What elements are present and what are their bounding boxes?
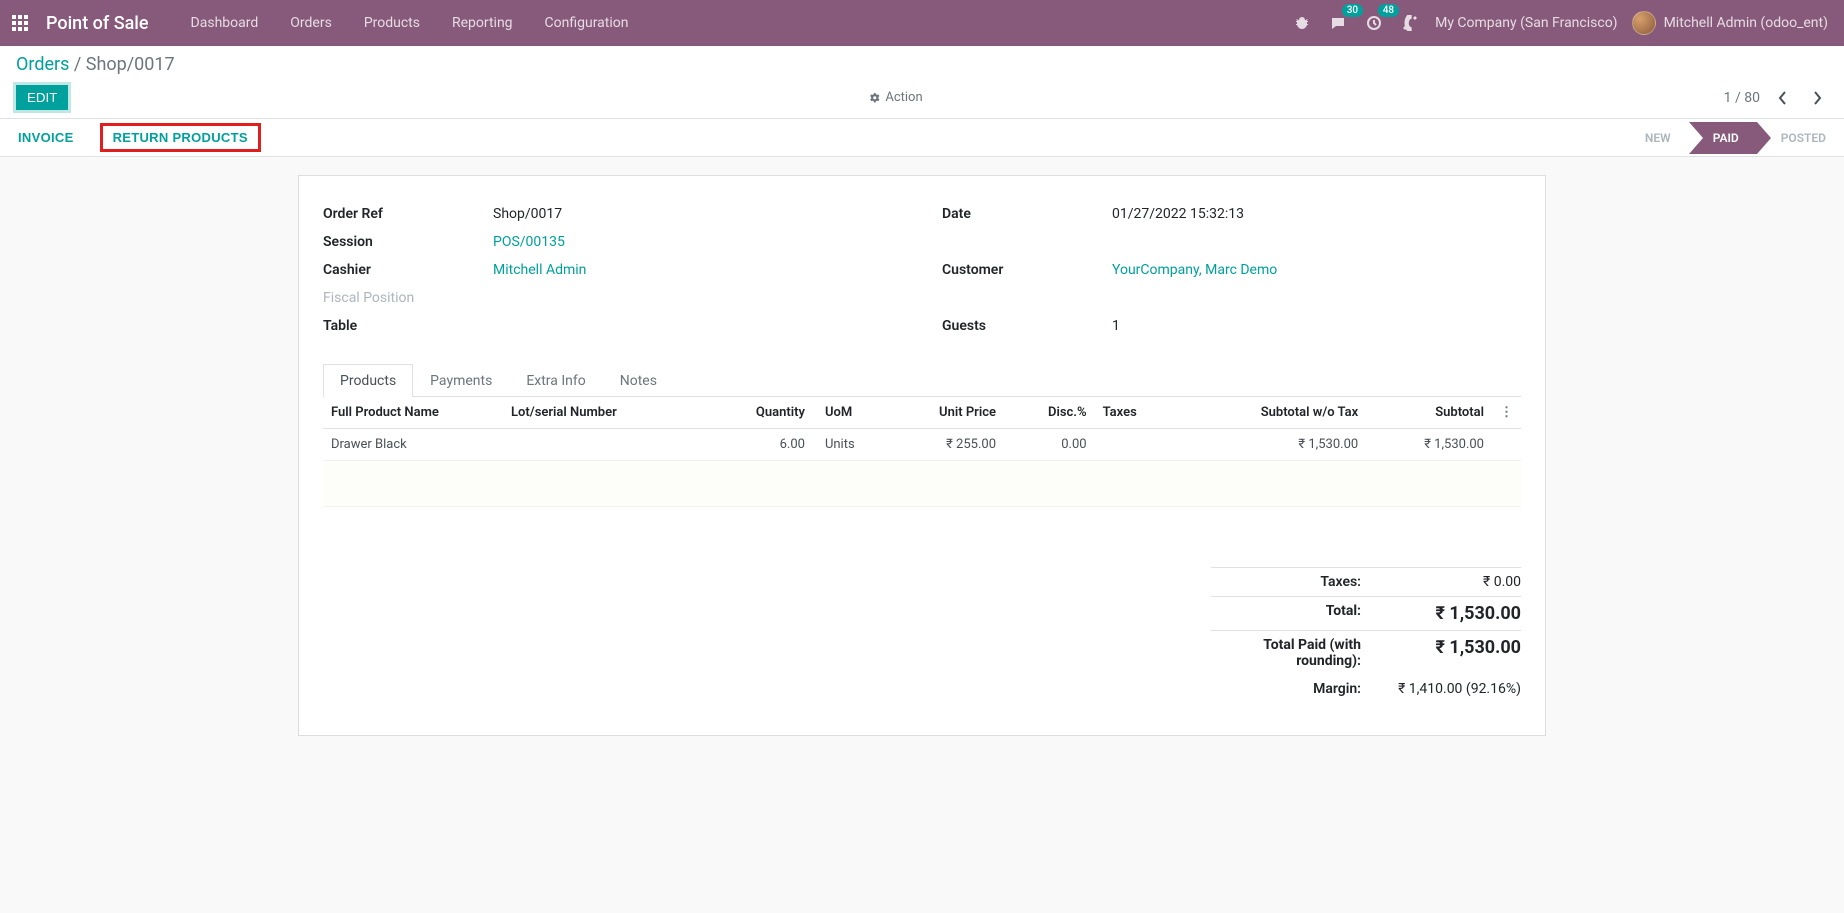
cell-price: ₹ 255.00 <box>883 429 1004 461</box>
cell-qty: 6.00 <box>705 429 813 461</box>
cell-disc: 0.00 <box>1004 429 1095 461</box>
fiscal-label: Fiscal Position <box>323 290 493 306</box>
cell-subtotal: ₹ 1,530.00 <box>1366 429 1492 461</box>
cell-uom: Units <box>813 429 883 461</box>
margin-value: ₹ 1,410.00 (92.16%) <box>1381 681 1521 697</box>
cell-taxes <box>1095 429 1178 461</box>
cell-name: Drawer Black <box>323 429 503 461</box>
totals-block: Taxes:₹ 0.00 Total:₹ 1,530.00 Total Paid… <box>1211 567 1521 703</box>
cashier-label: Cashier <box>323 262 493 278</box>
activities-icon[interactable]: 48 <box>1363 12 1385 34</box>
menu-reporting[interactable]: Reporting <box>438 7 527 39</box>
cell-lot <box>503 429 705 461</box>
breadcrumb-current: Shop/0017 <box>86 54 175 75</box>
customer-link[interactable]: YourCompany, Marc Demo <box>1112 262 1521 278</box>
menu-configuration[interactable]: Configuration <box>531 7 643 39</box>
tab-products[interactable]: Products <box>323 364 413 397</box>
control-panel: Orders / Shop/0017 EDIT Action 1 / 80 <box>0 46 1844 119</box>
edit-button[interactable]: EDIT <box>16 85 68 110</box>
breadcrumb: Orders / Shop/0017 <box>16 54 1828 75</box>
session-link[interactable]: POS/00135 <box>493 234 902 250</box>
form-sheet: Order RefShop/0017 SessionPOS/00135 Cash… <box>298 175 1546 736</box>
date-label: Date <box>942 206 1112 222</box>
th-name: Full Product Name <box>323 397 503 429</box>
apps-icon[interactable] <box>8 11 32 35</box>
cashier-link[interactable]: Mitchell Admin <box>493 262 902 278</box>
menu-orders[interactable]: Orders <box>276 7 346 39</box>
main-menu: Dashboard Orders Products Reporting Conf… <box>177 7 643 39</box>
th-subtotal: Subtotal <box>1366 397 1492 429</box>
pager: 1 / 80 <box>1724 87 1828 109</box>
order-ref-value: Shop/0017 <box>493 206 902 222</box>
company-switcher[interactable]: My Company (San Francisco) <box>1435 15 1617 31</box>
pager-text[interactable]: 1 / 80 <box>1724 90 1760 106</box>
tab-payments[interactable]: Payments <box>413 364 509 397</box>
th-options[interactable]: ⋮ <box>1492 397 1521 429</box>
avatar <box>1632 11 1656 35</box>
status-bar: INVOICE RETURN PRODUCTS NEW PAID POSTED <box>0 119 1844 157</box>
user-name: Mitchell Admin (odoo_ent) <box>1664 15 1828 31</box>
action-label: Action <box>885 90 922 105</box>
invoice-button[interactable]: INVOICE <box>16 128 76 147</box>
th-disc: Disc.% <box>1004 397 1095 429</box>
return-products-button[interactable]: RETURN PRODUCTS <box>100 123 261 152</box>
total-value: ₹ 1,530.00 <box>1381 603 1521 624</box>
total-label: Total: <box>1211 603 1381 624</box>
taxes-value: ₹ 0.00 <box>1381 574 1521 590</box>
state-new[interactable]: NEW <box>1621 122 1689 154</box>
activities-badge: 48 <box>1378 4 1399 17</box>
action-dropdown[interactable]: Action <box>869 90 922 105</box>
cell-subtotal-wo: ₹ 1,530.00 <box>1178 429 1366 461</box>
th-subtotal-wo: Subtotal w/o Tax <box>1178 397 1366 429</box>
paid-value: ₹ 1,530.00 <box>1381 637 1521 669</box>
customer-label: Customer <box>942 262 1112 278</box>
margin-label: Margin: <box>1211 681 1381 697</box>
date-value: 01/27/2022 15:32:13 <box>1112 206 1521 222</box>
notebook-tabs: Products Payments Extra Info Notes <box>323 364 1521 397</box>
guests-label: Guests <box>942 318 1112 334</box>
th-uom: UoM <box>813 397 883 429</box>
status-states: NEW PAID POSTED <box>1621 119 1844 156</box>
th-taxes: Taxes <box>1095 397 1178 429</box>
guests-value: 1 <box>1112 318 1521 334</box>
pager-next[interactable] <box>1806 87 1828 109</box>
order-ref-label: Order Ref <box>323 206 493 222</box>
table-value <box>493 318 902 334</box>
paid-label: Total Paid (with rounding): <box>1211 637 1381 669</box>
empty-row-area <box>323 461 1521 507</box>
user-menu[interactable]: Mitchell Admin (odoo_ent) <box>1632 11 1828 35</box>
th-lot: Lot/serial Number <box>503 397 705 429</box>
support-icon[interactable] <box>1399 12 1421 34</box>
brand-title[interactable]: Point of Sale <box>46 13 149 34</box>
table-label: Table <box>323 318 493 334</box>
top-nav: Point of Sale Dashboard Orders Products … <box>0 0 1844 46</box>
left-column: Order RefShop/0017 SessionPOS/00135 Cash… <box>323 200 902 340</box>
fiscal-value <box>493 290 902 306</box>
th-qty: Quantity <box>705 397 813 429</box>
gear-icon <box>869 92 881 104</box>
breadcrumb-orders[interactable]: Orders <box>16 54 69 75</box>
debug-icon[interactable] <box>1291 12 1313 34</box>
session-label: Session <box>323 234 493 250</box>
tab-notes[interactable]: Notes <box>603 364 674 397</box>
pager-prev[interactable] <box>1772 87 1794 109</box>
taxes-label: Taxes: <box>1211 574 1381 590</box>
tab-extra[interactable]: Extra Info <box>509 364 602 397</box>
order-lines-table: Full Product Name Lot/serial Number Quan… <box>323 397 1521 507</box>
right-column: Date01/27/2022 15:32:13 CustomerYourComp… <box>942 200 1521 340</box>
messages-badge: 30 <box>1342 4 1363 17</box>
table-row[interactable]: Drawer Black 6.00 Units ₹ 255.00 0.00 ₹ … <box>323 429 1521 461</box>
th-price: Unit Price <box>883 397 1004 429</box>
messages-icon[interactable]: 30 <box>1327 12 1349 34</box>
systray: 30 48 My Company (San Francisco) Mitchel… <box>1291 11 1836 35</box>
menu-dashboard[interactable]: Dashboard <box>177 7 273 39</box>
menu-products[interactable]: Products <box>350 7 434 39</box>
